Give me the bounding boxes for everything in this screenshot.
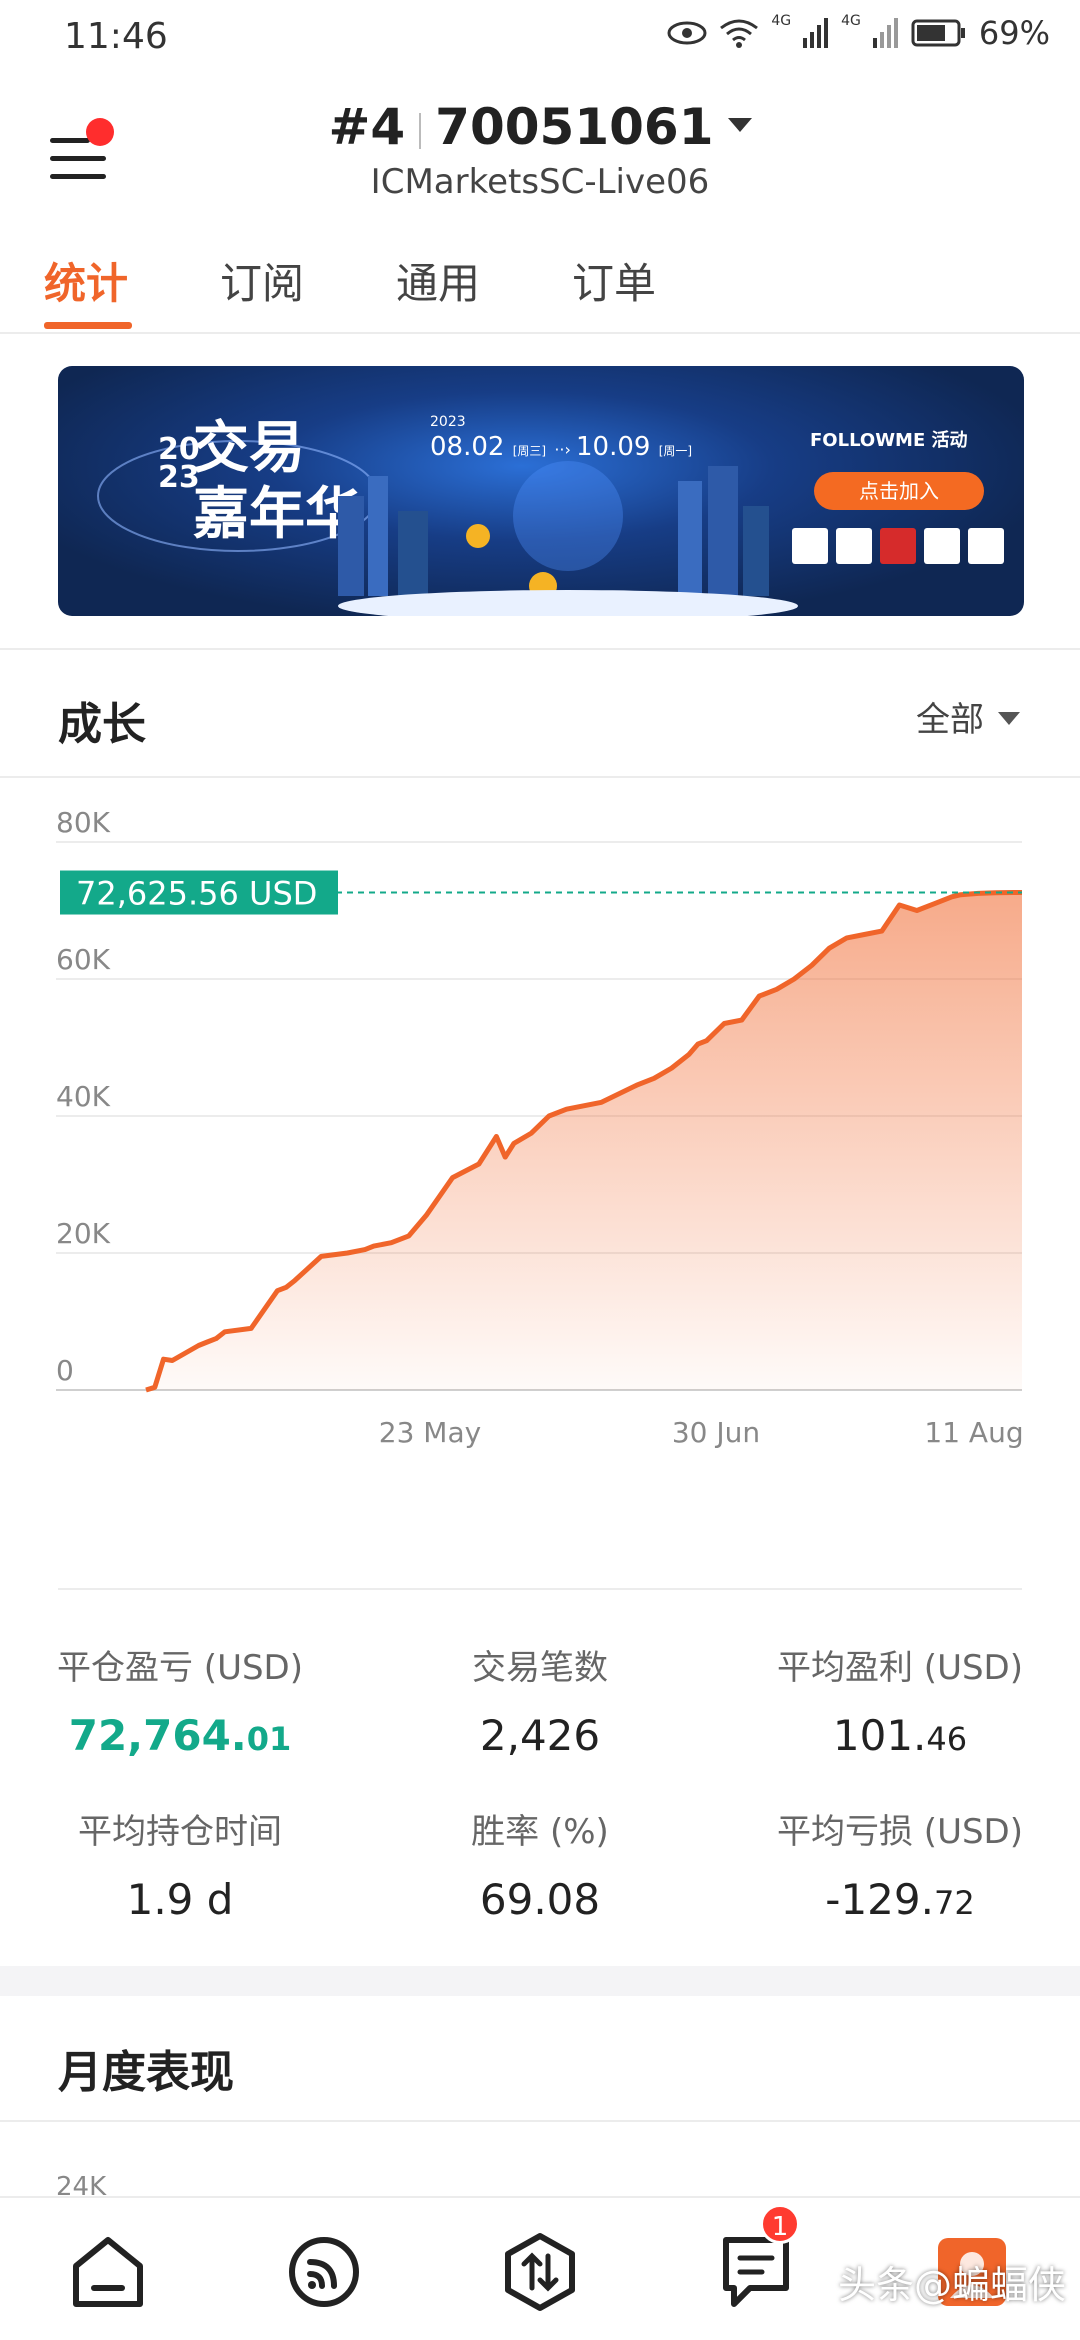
- stat-avg-loss: 平均亏损 (USD) -129.72: [720, 1804, 1080, 1924]
- stat-avg-hold-time: 平均持仓时间 1.9 d: [0, 1804, 360, 1924]
- section-gap: [0, 1966, 1080, 1996]
- nav-trade[interactable]: [500, 2232, 580, 2312]
- growth-filter-label: 全部: [916, 700, 984, 740]
- account-number: 70051061: [435, 98, 714, 156]
- growth-chart: 80K 60K 40K 20K 0 23 May 30 Jun 11 Aug 72,625.56…: [0, 790, 1080, 1538]
- broker-logo: [792, 528, 828, 564]
- stat-value: 2,426: [360, 1711, 720, 1760]
- banner-title-line1: 交易: [193, 416, 305, 481]
- section-divider: [0, 2120, 1080, 2122]
- banner-brand: FOLLOWME 活动: [810, 430, 968, 451]
- banner-broker-logos: [792, 528, 1004, 564]
- network-type-1: 4G: [771, 13, 792, 29]
- battery-icon: [911, 19, 965, 47]
- home-icon: [73, 2237, 143, 2307]
- status-icons: 4G 4G 69%: [667, 13, 1050, 52]
- stats-grid: 平仓盈亏 (USD) 72,764.01 交易笔数 2,426 平均盈利 (US…: [0, 1590, 1080, 1950]
- active-tab-indicator: [44, 322, 132, 329]
- banner-date-year: 2023: [430, 414, 466, 430]
- watermark: 头条@蝙蝠侠: [837, 2263, 1066, 2307]
- stat-closed-pnl: 平仓盈亏 (USD) 72,764.01: [0, 1640, 360, 1760]
- broker-logo: [836, 528, 872, 564]
- banner-join-button[interactable]: 点击加入: [814, 472, 984, 510]
- nav-feed[interactable]: [284, 2232, 364, 2312]
- growth-chart-svg: 80K 60K 40K 20K 0 23 May 30 Jun 11 Aug 72,625.56…: [56, 806, 1024, 1538]
- x-tick-label: 23 May: [379, 1416, 481, 1449]
- account-header: #4 70051061 ICMarketsSC-Live06: [0, 78, 1080, 218]
- promo-banner[interactable]: 20 23 交易 嘉年华 2023 08.02 [周三] ··› 10.09 […: [58, 366, 1024, 616]
- banner-title-line2: 嘉年华: [193, 482, 361, 547]
- stat-label: 交易笔数: [472, 1648, 608, 1688]
- trade-icon: [505, 2233, 575, 2311]
- stat-value-main: 2,426: [479, 1711, 601, 1760]
- stat-value-fraction: 72: [933, 1884, 975, 1922]
- current-value-label: 72,625.56 USD: [76, 875, 317, 913]
- stat-label: 平均持仓时间: [78, 1812, 282, 1852]
- status-time: 11:46: [64, 16, 168, 57]
- signal-icon-2: [872, 18, 898, 48]
- stat-value: 72,764.01: [0, 1711, 360, 1760]
- nav-home[interactable]: [68, 2232, 148, 2312]
- x-tick-label: 30 Jun: [672, 1416, 760, 1449]
- y-tick-label: 80K: [56, 806, 111, 839]
- y-tick-label: 20K: [56, 1217, 111, 1250]
- monthly-title: 月度表现: [58, 2047, 234, 2098]
- tab-statistics[interactable]: 统计: [44, 250, 128, 311]
- x-tick-label: 11 Aug: [924, 1416, 1023, 1449]
- stat-value-main: 1.9 d: [126, 1875, 234, 1924]
- stat-value-main: 69.08: [479, 1875, 601, 1924]
- stat-value-main: -129.: [825, 1875, 934, 1924]
- account-server: ICMarketsSC-Live06: [370, 162, 710, 202]
- account-prefix: #4: [328, 98, 406, 156]
- series-area: [146, 892, 1022, 1390]
- banner-cityscape-illustration: [338, 461, 798, 616]
- banner-dates: 2023 08.02 [周三] ··› 10.09 [周一]: [430, 414, 693, 462]
- tab-subscribe[interactable]: 订阅: [220, 250, 304, 311]
- stat-label: 平仓盈亏 (USD): [57, 1648, 303, 1688]
- signal-icon-1: [803, 18, 829, 48]
- network-type-2: 4G: [841, 13, 861, 29]
- stat-trade-count: 交易笔数 2,426: [360, 1640, 720, 1760]
- chevron-down-icon: [998, 712, 1020, 725]
- feed-icon: [289, 2237, 359, 2307]
- stat-label: 胜率 (%): [471, 1812, 609, 1852]
- bottom-nav: 1 头条@蝙蝠侠: [0, 2196, 1080, 2340]
- y-tick-label: 60K: [56, 943, 111, 976]
- stat-value: 1.9 d: [0, 1875, 360, 1924]
- stat-value-fraction: 01: [246, 1720, 292, 1758]
- stat-label: 平均亏损 (USD): [777, 1812, 1023, 1852]
- section-divider: [0, 776, 1080, 778]
- stat-win-rate: 胜率 (%) 69.08: [360, 1804, 720, 1924]
- y-tick-label: 0: [56, 1354, 74, 1387]
- stat-label: 平均盈利 (USD): [777, 1648, 1023, 1688]
- chevron-down-icon: [727, 117, 752, 132]
- stat-value: 69.08: [360, 1875, 720, 1924]
- stat-value: 101.46: [720, 1711, 1080, 1760]
- section-divider: [0, 648, 1080, 650]
- tab-orders[interactable]: 订单: [572, 250, 656, 311]
- growth-range-filter[interactable]: 全部: [916, 692, 1020, 741]
- broker-logo: [924, 528, 960, 564]
- status-bar: 11:46 4G 4G 69%: [0, 0, 1080, 78]
- messages-badge: 1: [760, 2204, 800, 2244]
- stat-value-fraction: 46: [926, 1720, 968, 1758]
- stat-value-main: 72,764.: [68, 1711, 247, 1760]
- banner-title: 交易 嘉年华: [193, 416, 361, 548]
- tab-bar: 统计 订阅 通用 订单: [0, 234, 1080, 334]
- title-separator: [419, 112, 422, 149]
- growth-title: 成长: [58, 699, 146, 750]
- y-tick-label: 40K: [56, 1080, 111, 1113]
- tab-general[interactable]: 通用: [396, 250, 480, 311]
- broker-logo: [968, 528, 1004, 564]
- account-selector[interactable]: #4 70051061: [0, 98, 1080, 156]
- battery-level: 69%: [978, 14, 1050, 52]
- stat-value: -129.72: [720, 1875, 1080, 1924]
- eye-icon: [667, 21, 707, 45]
- stat-avg-profit: 平均盈利 (USD) 101.46: [720, 1640, 1080, 1760]
- nav-messages[interactable]: 1: [716, 2204, 800, 2312]
- wifi-icon: [720, 19, 759, 48]
- stat-value-main: 101.: [832, 1711, 927, 1760]
- menu-icon-bar: [50, 156, 106, 161]
- broker-logo: [880, 528, 916, 564]
